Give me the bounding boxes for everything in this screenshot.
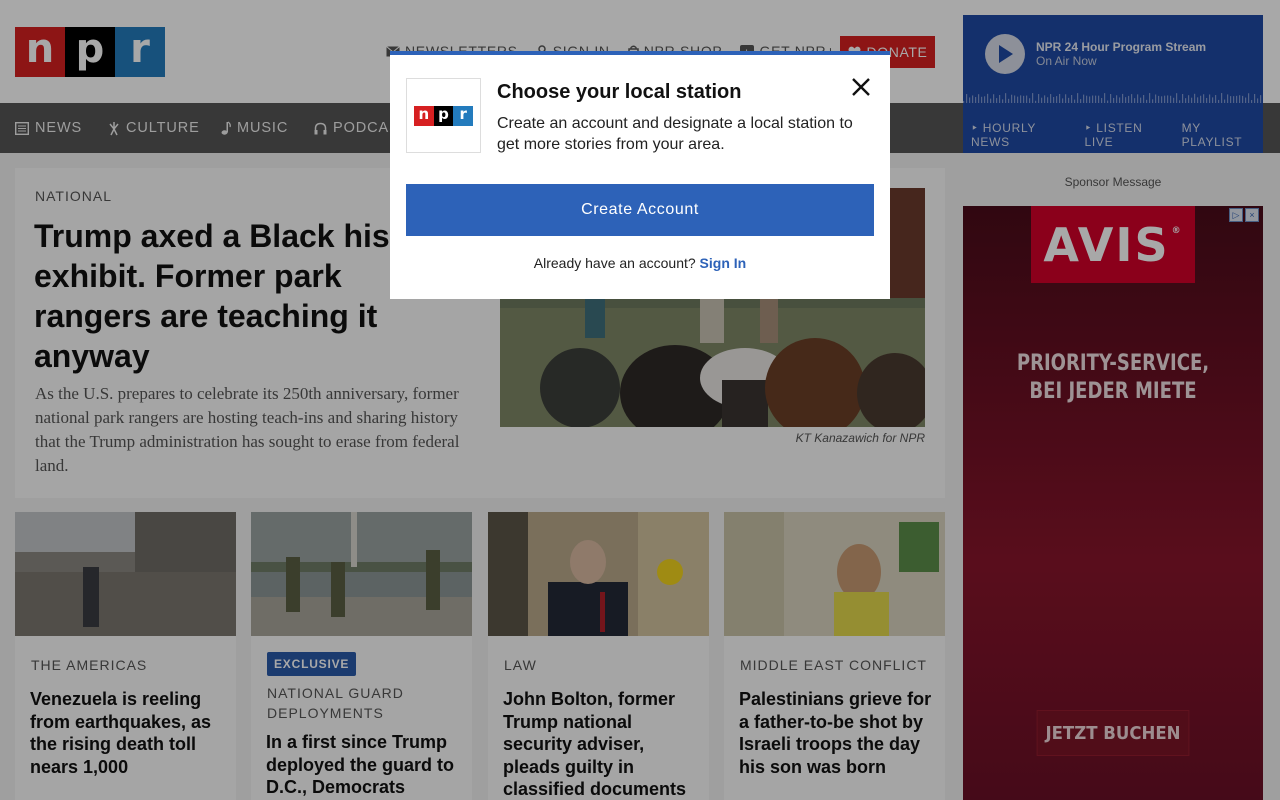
create-account-button[interactable]: Create Account xyxy=(406,184,874,236)
sign-in-prompt-text: Already have an account? xyxy=(533,255,696,271)
modal-body: Create an account and designate a local … xyxy=(497,115,853,153)
modal-logo-letter-r: r xyxy=(453,105,474,126)
sign-in-prompt: Already have an account? Sign In xyxy=(390,255,890,271)
modal-sign-in-link[interactable]: Sign In xyxy=(700,255,747,271)
modal-logo-letter-n: n xyxy=(414,105,434,126)
modal-npr-logo: n p r xyxy=(406,78,481,153)
close-icon[interactable] xyxy=(849,75,873,99)
choose-station-modal: n p r Choose your local station Create a… xyxy=(390,51,890,299)
modal-logo-letter-p: p xyxy=(433,105,454,126)
modal-title: Choose your local station xyxy=(497,81,742,103)
